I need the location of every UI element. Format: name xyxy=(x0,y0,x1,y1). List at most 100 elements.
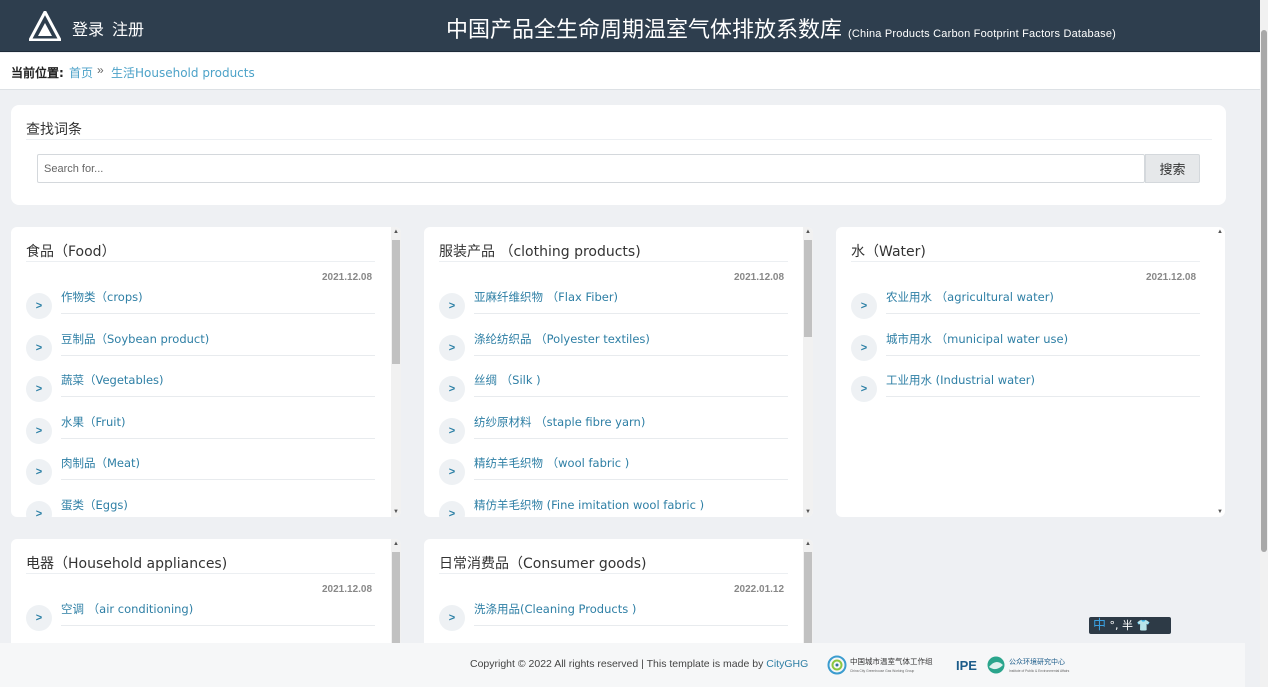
ime-mode[interactable]: 中 xyxy=(1093,618,1106,633)
item-link[interactable]: 纺纱原材料 （staple fibre yarn) xyxy=(474,414,645,430)
cityghg-link[interactable]: CityGHG xyxy=(766,658,808,670)
chevron-right-icon[interactable]: > xyxy=(439,500,465,517)
divider xyxy=(61,354,375,356)
search-input[interactable] xyxy=(37,154,1145,183)
card-scrollbar[interactable]: ▲ ▼ xyxy=(803,227,813,517)
divider xyxy=(474,479,788,481)
category-card-appliances: 电器（Household appliances) 2021.12.08 > 空调 … xyxy=(11,539,401,643)
logo2-abbr: IPE xyxy=(956,658,977,673)
scrollbar-thumb[interactable] xyxy=(804,552,812,643)
divider xyxy=(474,396,788,398)
search-panel: 查找词条 搜索 xyxy=(11,105,1226,205)
logo2-sub: Institute of Public & Environmental Affa… xyxy=(1009,669,1070,673)
chevron-right-icon[interactable]: > xyxy=(26,459,52,486)
category-card-water: 水（Water) 2021.12.08 > 农业用水 （agricultural … xyxy=(836,227,1225,517)
chevron-right-icon[interactable]: > xyxy=(26,605,52,631)
card-date: 2021.12.08 xyxy=(322,584,373,595)
chevron-right-icon[interactable]: > xyxy=(26,376,52,403)
card-date: 2022.01.12 xyxy=(734,584,785,595)
divider xyxy=(61,625,375,626)
divider xyxy=(886,313,1200,314)
item-link[interactable]: 精仿羊毛织物 (Fine imitation wool fabric ) xyxy=(474,497,704,513)
chevron-right-icon[interactable]: > xyxy=(26,417,52,444)
scrollbar-thumb[interactable] xyxy=(392,552,400,643)
item-link[interactable]: 城市用水 （municipal water use) xyxy=(886,331,1068,347)
card-title: 服装产品 （clothing products) xyxy=(439,244,641,260)
card-title: 水（Water) xyxy=(851,244,926,260)
chevron-right-icon[interactable]: > xyxy=(851,293,877,319)
ime-toolbar[interactable]: 中 °, 半 👕 xyxy=(1089,617,1171,634)
divider xyxy=(439,261,788,262)
chevron-right-icon[interactable]: > xyxy=(439,376,465,403)
chevron-right-icon[interactable]: > xyxy=(439,459,465,486)
item-link[interactable]: 精纺羊毛织物 （wool fabric ) xyxy=(474,455,629,471)
item-link[interactable]: 农业用水 （agricultural water) xyxy=(886,289,1054,305)
ime-width[interactable]: 半 xyxy=(1122,619,1133,632)
chevron-right-icon[interactable]: > xyxy=(439,334,465,361)
footer: Copyright © 2022 All rights reserved | T… xyxy=(0,643,1245,687)
category-card-consumer-goods: 日常消费品（Consumer goods) 2022.01.12 > 洗涤用品(C… xyxy=(424,539,813,643)
scroll-down-arrow-icon[interactable]: ▼ xyxy=(391,507,401,517)
copyright-text: Copyright © 2022 All rights reserved | T… xyxy=(470,658,808,670)
item-link[interactable]: 蔬菜（Vegetables) xyxy=(61,372,164,388)
page-scrollbar[interactable] xyxy=(1260,0,1268,687)
divider xyxy=(26,573,375,574)
scroll-down-arrow-icon[interactable]: ▼ xyxy=(803,507,813,517)
scroll-up-arrow-icon[interactable]: ▲ xyxy=(803,539,813,549)
chevron-right-icon[interactable]: > xyxy=(439,605,465,631)
search-button[interactable]: 搜索 xyxy=(1145,154,1200,183)
item-link[interactable]: 工业用水 (Industrial water) xyxy=(886,372,1035,388)
divider xyxy=(26,261,375,262)
item-link[interactable]: 豆制品（Soybean product) xyxy=(61,331,209,347)
category-card-clothing: 服装产品 （clothing products) 2021.12.08 > 亚麻纤… xyxy=(424,227,813,517)
search-heading: 查找词条 xyxy=(26,122,82,138)
site-logo-icon[interactable] xyxy=(29,11,61,41)
item-link[interactable]: 肉制品（Meat) xyxy=(61,455,140,471)
divider xyxy=(886,396,1200,398)
page-scrollbar-thumb[interactable] xyxy=(1261,30,1267,552)
scroll-up-arrow-icon[interactable]: ▲ xyxy=(391,539,401,549)
scrollbar-thumb[interactable] xyxy=(804,240,812,337)
chevron-right-icon[interactable]: > xyxy=(26,334,52,361)
chevron-right-icon[interactable]: > xyxy=(851,334,877,361)
site-title-en: (China Products Carbon Footprint Factors… xyxy=(848,28,1117,40)
item-link[interactable]: 空调 （air conditioning) xyxy=(61,601,193,617)
card-title: 日常消费品（Consumer goods) xyxy=(439,556,647,572)
register-link[interactable]: 注册 xyxy=(112,16,144,40)
site-title-zh: 中国产品全生命周期温室气体排放系数库 xyxy=(446,18,843,43)
chevron-right-icon[interactable]: > xyxy=(439,293,465,319)
scroll-down-arrow-icon[interactable]: ▼ xyxy=(1215,507,1225,517)
item-link[interactable]: 亚麻纤维织物 （Flax Fiber) xyxy=(474,289,618,305)
ipe-logo[interactable]: IPE 公众环境研究中心 Institute of Public & Envir… xyxy=(956,652,1074,678)
site-title: 中国产品全生命周期温室气体排放系数库 (China Products Carbon… xyxy=(446,12,1116,44)
item-link[interactable]: 蛋类（Eggs) xyxy=(61,497,128,513)
scroll-up-arrow-icon[interactable]: ▲ xyxy=(391,227,401,237)
item-link[interactable]: 洗涤用品(Cleaning Products ) xyxy=(474,601,636,617)
item-link[interactable]: 水果（Fruit) xyxy=(61,414,126,430)
card-scrollbar[interactable]: ▲ xyxy=(803,539,813,643)
divider xyxy=(474,313,788,314)
scroll-up-arrow-icon[interactable]: ▲ xyxy=(803,227,813,237)
chevron-right-icon[interactable]: > xyxy=(26,293,52,319)
shirt-icon[interactable]: 👕 xyxy=(1137,619,1151,632)
card-scrollbar[interactable]: ▲ ▼ xyxy=(391,227,401,517)
breadcrumb-home-link[interactable]: 首页 xyxy=(69,64,93,81)
scrollbar-thumb[interactable] xyxy=(392,240,400,364)
item-link[interactable]: 作物类（crops) xyxy=(61,289,143,305)
scroll-up-arrow-icon[interactable]: ▲ xyxy=(1215,227,1225,237)
chevron-right-icon[interactable]: > xyxy=(26,500,52,517)
divider xyxy=(61,479,375,481)
card-scrollbar[interactable]: ▲ ▼ xyxy=(1215,227,1225,517)
divider xyxy=(26,139,1212,140)
item-link[interactable]: 丝绸 （Silk ) xyxy=(474,372,541,388)
ime-punctuation[interactable]: °, xyxy=(1110,619,1119,632)
cityghg-logo[interactable]: 中国城市温室气体工作组 China City Greenhouse Gas Wo… xyxy=(827,652,945,678)
divider xyxy=(851,261,1200,262)
item-link[interactable]: 涤纶纺织品 （Polyester textiles) xyxy=(474,331,650,347)
breadcrumb-current-link[interactable]: 生活Household products xyxy=(111,64,255,81)
chevron-right-icon[interactable]: > xyxy=(851,376,877,403)
card-date: 2021.12.08 xyxy=(1146,272,1197,283)
chevron-right-icon[interactable]: > xyxy=(439,417,465,444)
card-scrollbar[interactable]: ▲ xyxy=(391,539,401,643)
login-link[interactable]: 登录 xyxy=(72,16,104,40)
